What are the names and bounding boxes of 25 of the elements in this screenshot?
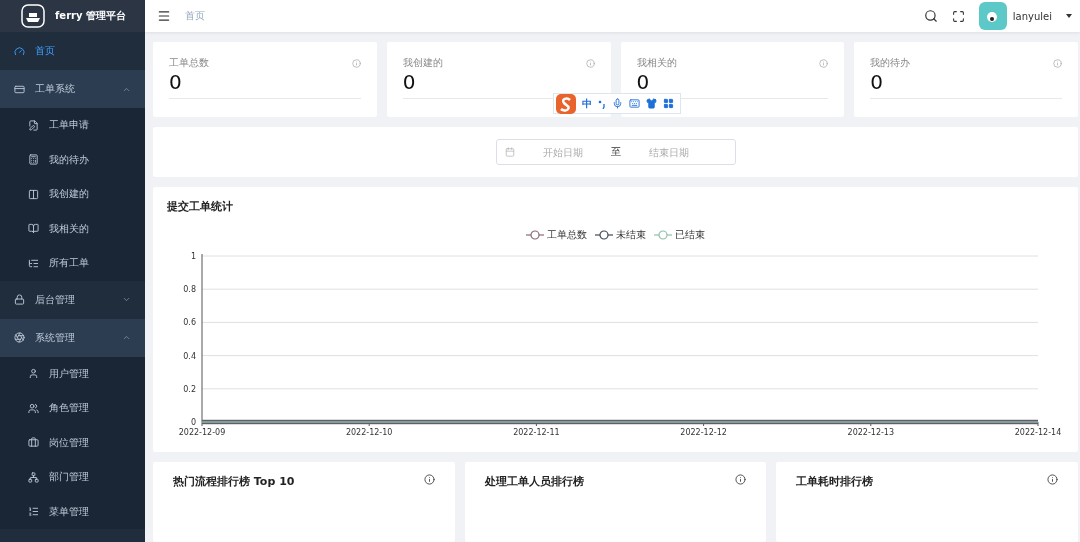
axis-label: 2022-12-09 xyxy=(178,428,226,438)
axis-label: 2022-12-12 xyxy=(680,428,727,438)
stat-title: 工单总数 xyxy=(169,56,209,70)
axis-label: 2022-12-14 xyxy=(1014,428,1062,438)
axis-label: 1 xyxy=(190,252,196,262)
axis-label: 0.2 xyxy=(183,385,196,395)
card-title: 工单耗时排行榜 xyxy=(796,474,874,489)
stat-value: 0 xyxy=(870,70,1062,99)
axis-label: 2022-12-11 xyxy=(513,428,560,438)
axis-label: 0.6 xyxy=(183,318,196,328)
axis-label: 0.8 xyxy=(183,285,196,295)
axis-label: 0.4 xyxy=(183,351,196,361)
axis-label: 2022-12-10 xyxy=(345,428,393,438)
axis-label: 0 xyxy=(190,418,196,428)
card-title: 处理工单人员排行榜 xyxy=(484,474,584,489)
range-separator: 至 xyxy=(610,145,621,160)
card-title: 热门流程排行榜 Top 10 xyxy=(173,474,295,489)
chart-title: 提交工单统计 xyxy=(166,199,234,215)
axis-label: 2022-12-13 xyxy=(847,428,895,438)
stat-value: 0 xyxy=(169,70,361,99)
stat-title: 我的待办 xyxy=(870,56,911,70)
stat-title: 我相关的 xyxy=(636,56,677,70)
breadcrumb: 首页 xyxy=(185,9,205,23)
stat-title: 我创建的 xyxy=(402,56,443,70)
app-title: ferry 管理平台 xyxy=(55,9,126,23)
